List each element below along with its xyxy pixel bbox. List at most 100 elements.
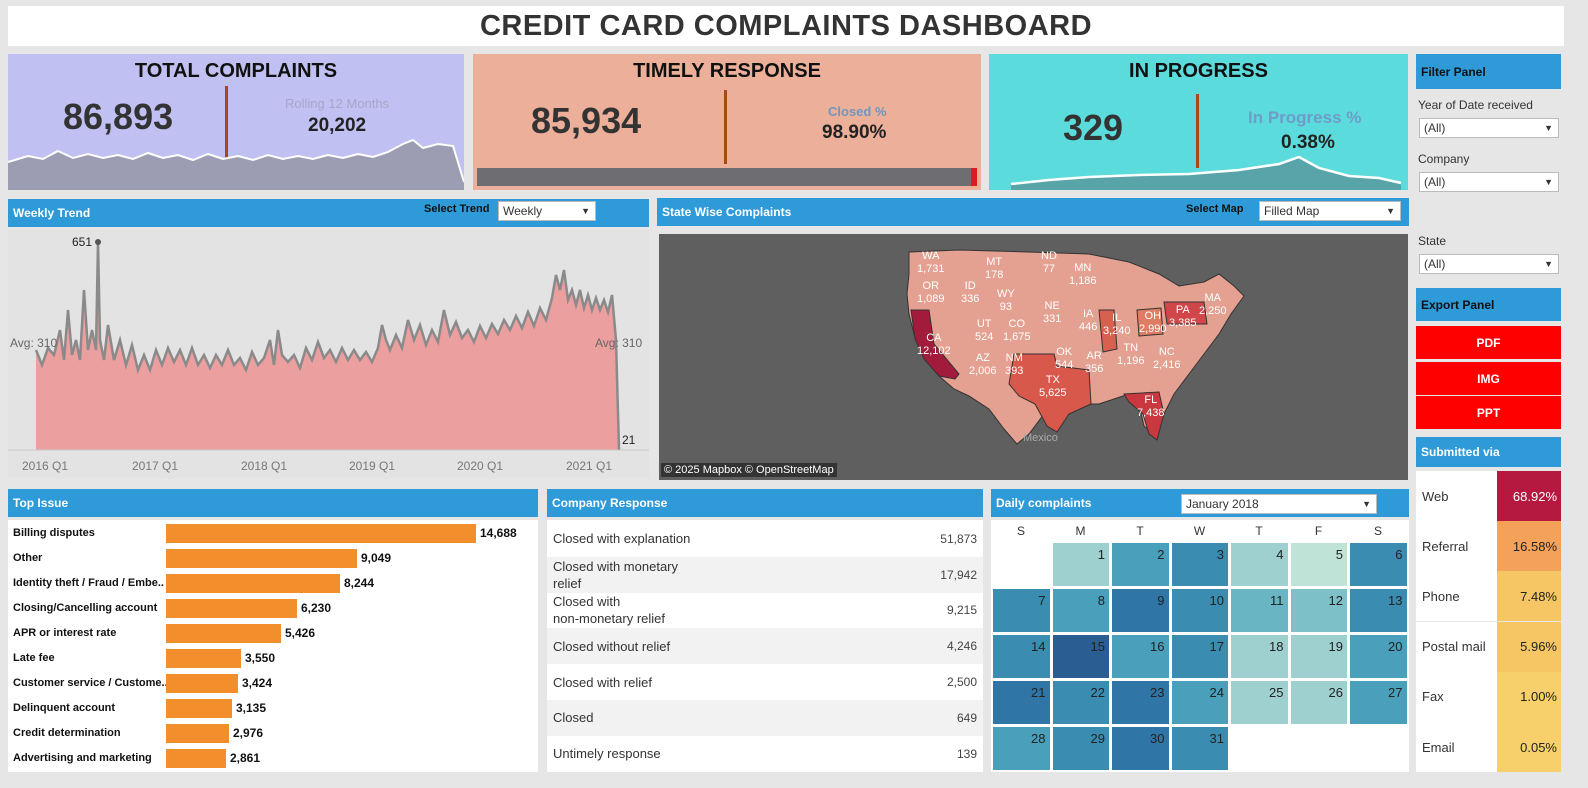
top-issue-row[interactable]: Customer service / Custome.. 3,424 [8, 671, 538, 696]
calendar-day[interactable]: 3 [1170, 542, 1229, 587]
submitted-via-row[interactable]: Email 0.05% [1416, 722, 1561, 772]
top-issue-row[interactable]: Advertising and marketing 2,861 [8, 746, 538, 771]
kpi-timely-response: TIMELY RESPONSE 85,934 Closed % 98.90% [473, 54, 981, 190]
company-response-row[interactable]: Untimely response 139 [547, 735, 983, 772]
calendar-day[interactable]: 23 [1111, 680, 1170, 725]
submitted-via-row[interactable]: Postal mail 5.96% [1416, 621, 1561, 672]
state-label-ok[interactable]: OK 544 [1055, 346, 1073, 372]
calendar-day[interactable]: 6 [1349, 542, 1408, 587]
state-value: 2,416 [1153, 359, 1181, 371]
calendar-day[interactable]: 26 [1289, 680, 1348, 725]
state-map[interactable]: WA 1,731 OR 1,089 ID 336 MT 178 ND 77 MN 1,186 WY 93 N… [659, 234, 1408, 480]
filter-company-select[interactable]: (All) ▼ [1419, 172, 1559, 192]
calendar-day[interactable]: 15 [1051, 634, 1110, 679]
submitted-via-row[interactable]: Web 68.92% [1416, 471, 1561, 521]
top-issue-row[interactable]: Billing disputes 14,688 [8, 521, 538, 546]
calendar-day[interactable]: 28 [992, 726, 1051, 771]
calendar-day[interactable]: 18 [1230, 634, 1289, 679]
submitted-via-row[interactable]: Phone 7.48% [1416, 571, 1561, 622]
submitted-via-row[interactable]: Referral 16.58% [1416, 521, 1561, 572]
company-response-row[interactable]: Closed with relief 2,500 [547, 664, 983, 700]
state-label-nc[interactable]: NC 2,416 [1153, 346, 1181, 372]
calendar-day[interactable]: 1 [1051, 542, 1110, 587]
calendar-day[interactable]: 7 [992, 588, 1051, 633]
export-pdf-button[interactable]: PDF [1416, 326, 1561, 359]
state-label-fl[interactable]: FL 7,438 [1137, 394, 1165, 420]
top-issue-row[interactable]: Delinquent account 3,135 [8, 696, 538, 721]
calendar-day[interactable]: 2 [1111, 542, 1170, 587]
calendar-day[interactable]: 27 [1349, 680, 1408, 725]
state-label-ut[interactable]: UT 524 [975, 318, 993, 344]
calendar-day[interactable]: 14 [992, 634, 1051, 679]
export-ppt-button[interactable]: PPT [1416, 396, 1561, 429]
state-label-or[interactable]: OR 1,089 [917, 280, 945, 306]
select-trend-dropdown[interactable]: Weekly ▼ [498, 201, 596, 221]
company-response-row[interactable]: Closed with monetary relief 17,942 [547, 556, 983, 593]
map-attribution[interactable]: © 2025 Mapbox © OpenStreetMap [661, 463, 837, 477]
export-img-button[interactable]: IMG [1416, 362, 1561, 395]
state-label-wy[interactable]: WY 93 [997, 288, 1015, 314]
state-code: OK [1056, 346, 1073, 358]
company-response-row[interactable]: Closed 649 [547, 700, 983, 736]
top-issue-row[interactable]: Identity theft / Fraud / Embe.. 8,244 [8, 571, 538, 596]
company-response-row[interactable]: Closed with explanation 51,873 [547, 521, 983, 557]
calendar-day[interactable]: 21 [992, 680, 1051, 725]
calendar-day[interactable]: 31 [1170, 726, 1229, 771]
calendar-day[interactable]: 24 [1170, 680, 1229, 725]
company-response-row[interactable]: Closed with non-monetary relief 9,215 [547, 592, 983, 629]
calendar-day[interactable]: 29 [1051, 726, 1110, 771]
top-issue-bar [166, 549, 357, 568]
state-label-ia[interactable]: IA 446 [1079, 308, 1097, 334]
state-label-il[interactable]: IL 3,240 [1103, 312, 1131, 338]
state-label-tn[interactable]: TN 1,196 [1117, 342, 1145, 368]
state-label-nd[interactable]: ND 77 [1041, 250, 1057, 276]
top-issue-row[interactable]: Credit determination 2,976 [8, 721, 538, 746]
calendar-day[interactable]: 12 [1289, 588, 1348, 633]
state-label-az[interactable]: AZ 2,006 [969, 352, 997, 378]
calendar-day[interactable]: 19 [1289, 634, 1348, 679]
calendar-day[interactable]: 4 [1230, 542, 1289, 587]
calendar-day[interactable]: 22 [1051, 680, 1110, 725]
calendar-day[interactable]: 25 [1230, 680, 1289, 725]
state-label-nm[interactable]: NM 393 [1005, 352, 1023, 378]
calendar-day[interactable]: 20 [1349, 634, 1408, 679]
filter-year-select[interactable]: (All) ▼ [1419, 118, 1559, 138]
select-map-dropdown[interactable]: Filled Map ▼ [1259, 201, 1401, 221]
calendar-day[interactable]: 17 [1170, 634, 1229, 679]
calendar-day[interactable]: 30 [1111, 726, 1170, 771]
state-label-oh[interactable]: OH 2,990 [1139, 310, 1167, 336]
calendar-day[interactable]: 9 [1111, 588, 1170, 633]
company-response-value: 9,215 [946, 603, 977, 618]
state-label-ma[interactable]: MA 2,250 [1199, 292, 1227, 318]
company-response-row[interactable]: Closed without relief 4,246 [547, 628, 983, 665]
state-label-co[interactable]: CO 1,675 [1003, 318, 1031, 344]
company-response-label: Closed with monetary relief [553, 558, 678, 591]
company-response-value: 139 [956, 746, 977, 761]
submitted-via-value: 16.58% [1497, 521, 1561, 572]
state-label-ne[interactable]: NE 331 [1043, 300, 1061, 326]
state-label-ar[interactable]: AR 356 [1085, 350, 1103, 376]
kpi-progress-sub-label: In Progress % [1248, 108, 1362, 127]
state-label-wa[interactable]: WA 1,731 [917, 250, 945, 276]
state-label-id[interactable]: ID 336 [961, 280, 979, 306]
calendar-day[interactable]: 11 [1230, 588, 1289, 633]
select-map-label: Select Map [1186, 203, 1244, 215]
top-issue-row[interactable]: Closing/Cancelling account 6,230 [8, 596, 538, 621]
state-label-ca[interactable]: CA 12,102 [917, 332, 951, 358]
calendar-day[interactable]: 5 [1289, 542, 1348, 587]
kpi-total-sparkline [8, 138, 464, 190]
state-label-mn[interactable]: MN 1,186 [1069, 262, 1097, 288]
top-issue-row[interactable]: Other 9,049 [8, 546, 538, 571]
top-issue-row[interactable]: Late fee 3,550 [8, 646, 538, 671]
state-label-mt[interactable]: MT 178 [985, 256, 1003, 282]
top-issue-row[interactable]: APR or interest rate 5,426 [8, 621, 538, 646]
submitted-via-row[interactable]: Fax 1.00% [1416, 671, 1561, 722]
daily-month-select[interactable]: January 2018 ▼ [1181, 494, 1377, 514]
calendar-day[interactable]: 8 [1051, 588, 1110, 633]
calendar-day[interactable]: 16 [1111, 634, 1170, 679]
filter-state-select[interactable]: (All) ▼ [1419, 254, 1559, 274]
calendar-day[interactable]: 10 [1170, 588, 1229, 633]
state-label-pa[interactable]: PA 3,385 [1169, 304, 1197, 330]
calendar-day[interactable]: 13 [1349, 588, 1408, 633]
state-label-tx[interactable]: TX 5,625 [1039, 374, 1067, 400]
